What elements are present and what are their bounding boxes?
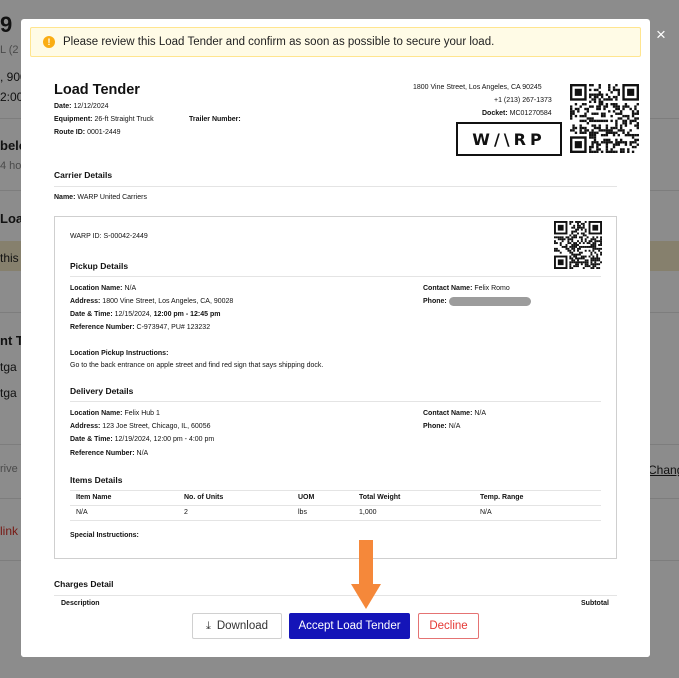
equipment-line: Equipment: 26-ft Straight Truck bbox=[54, 116, 154, 123]
pickup-instructions-label: Location Pickup Instructions: bbox=[70, 350, 169, 357]
items-col-header: Temp. Range bbox=[480, 494, 524, 501]
qr-code-icon bbox=[554, 221, 602, 269]
company-phone: +1 (213) 267-1373 bbox=[494, 97, 552, 104]
carrier-name: Name: WARP United Carriers bbox=[54, 194, 147, 201]
charges-col-header: Description bbox=[61, 600, 100, 607]
decline-button[interactable]: Decline bbox=[418, 613, 479, 639]
charges-detail-heading: Charges Detail bbox=[54, 579, 114, 589]
delivery-phone: Phone: N/A bbox=[423, 423, 461, 430]
delivery-location: Location Name: Felix Hub 1 bbox=[70, 410, 160, 417]
items-col-header: UOM bbox=[298, 494, 315, 501]
items-cell: N/A bbox=[76, 509, 88, 516]
docket-line: Docket: MC01270584 bbox=[482, 110, 552, 117]
company-address: 1800 Vine Street, Los Angeles, CA 90245 bbox=[413, 84, 542, 91]
warning-icon: ! bbox=[43, 36, 55, 48]
document-title: Load Tender bbox=[54, 82, 140, 98]
annotation-arrow-icon bbox=[351, 540, 381, 609]
items-cell: N/A bbox=[480, 509, 492, 516]
delivery-datetime: Date & Time: 12/19/2024, 12:00 pm - 4:00… bbox=[70, 436, 215, 443]
shipment-box bbox=[54, 216, 617, 559]
accept-load-tender-button[interactable]: Accept Load Tender bbox=[289, 613, 410, 639]
modal-footer: ⤓ Download Accept Load Tender Decline bbox=[21, 607, 650, 657]
warp-logo: W/\RP bbox=[456, 122, 562, 156]
close-icon[interactable]: × bbox=[656, 26, 666, 43]
review-alert: ! Please review this Load Tender and con… bbox=[30, 27, 641, 57]
route-line: Route ID: 0001-2449 bbox=[54, 129, 121, 136]
delivery-reference: Reference Number: N/A bbox=[70, 450, 149, 457]
tender-document[interactable]: Load Tender Date: 12/12/2024 Equipment: … bbox=[21, 67, 650, 607]
items-col-header: Item Name bbox=[76, 494, 112, 501]
pickup-reference: Reference Number: C-973947, PU# 123232 bbox=[70, 324, 211, 331]
pickup-contact: Contact Name: Felix Romo bbox=[423, 285, 510, 292]
pickup-instructions: Go to the back entrance on apple street … bbox=[70, 362, 324, 369]
download-button[interactable]: ⤓ Download bbox=[192, 613, 282, 639]
items-col-header: Total Weight bbox=[359, 494, 401, 501]
trailer-number-label: Trailer Number: bbox=[189, 116, 241, 123]
items-cell: 1,000 bbox=[359, 509, 377, 516]
pickup-details-heading: Pickup Details bbox=[70, 261, 129, 271]
charges-col-header: Subtotal bbox=[581, 600, 609, 607]
delivery-address: Address: 123 Joe Street, Chicago, IL, 60… bbox=[70, 423, 211, 430]
pickup-location: Location Name: N/A bbox=[70, 285, 137, 292]
pickup-datetime: Date & Time: 12/15/2024, 12:00 pm - 12:4… bbox=[70, 311, 221, 318]
delivery-contact: Contact Name: N/A bbox=[423, 410, 487, 417]
redacted-phone bbox=[449, 297, 531, 306]
carrier-details-heading: Carrier Details bbox=[54, 170, 113, 180]
items-details-heading: Items Details bbox=[70, 475, 123, 485]
items-col-header: No. of Units bbox=[184, 494, 224, 501]
items-cell: 2 bbox=[184, 509, 188, 516]
qr-code-icon bbox=[570, 84, 639, 153]
delivery-details-heading: Delivery Details bbox=[70, 386, 134, 396]
alert-text: Please review this Load Tender and confi… bbox=[63, 36, 495, 48]
warp-id: WARP ID: S-00042-2449 bbox=[70, 233, 148, 240]
date-line: Date: 12/12/2024 bbox=[54, 103, 109, 110]
special-instructions-label: Special Instructions: bbox=[70, 532, 139, 539]
items-cell: lbs bbox=[298, 509, 307, 516]
pickup-address: Address: 1800 Vine Street, Los Angeles, … bbox=[70, 298, 234, 305]
download-icon: ⤓ bbox=[205, 619, 211, 632]
pickup-phone-label: Phone: bbox=[423, 298, 447, 305]
load-tender-modal: ! Please review this Load Tender and con… bbox=[21, 19, 650, 657]
